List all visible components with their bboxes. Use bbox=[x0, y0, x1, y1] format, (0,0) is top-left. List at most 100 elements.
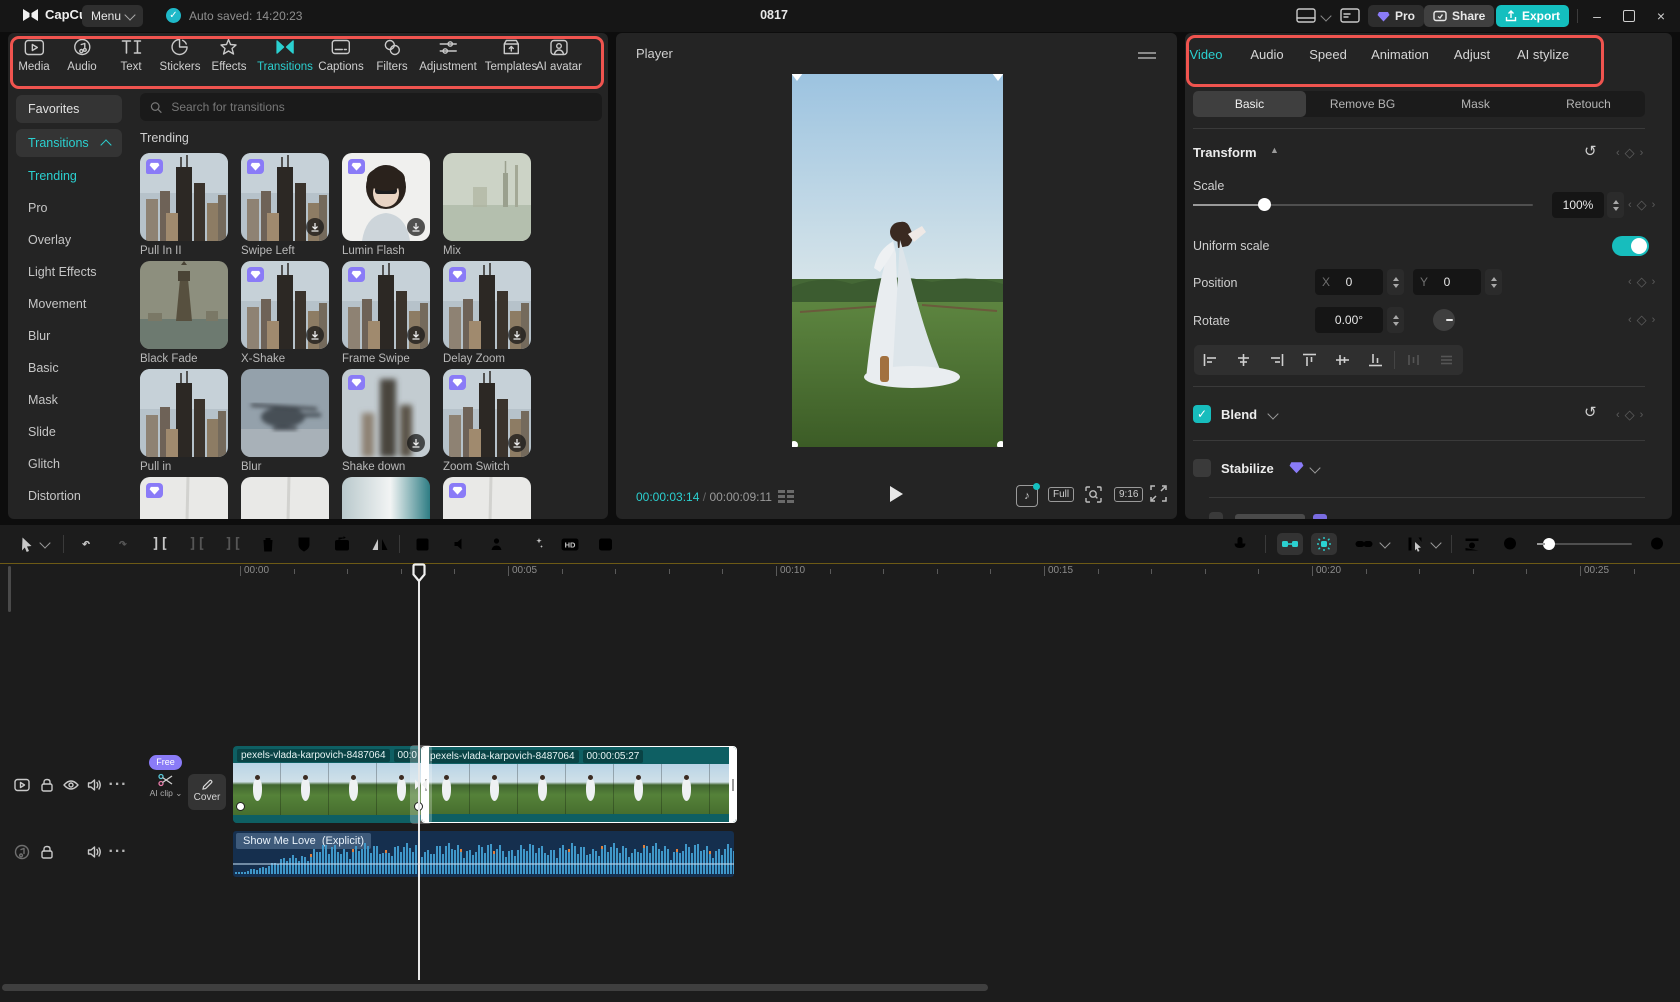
mirror-icon[interactable] bbox=[371, 534, 389, 554]
playhead-handle[interactable] bbox=[412, 563, 426, 583]
transform-handle[interactable] bbox=[792, 441, 798, 447]
play-button[interactable] bbox=[890, 486, 903, 502]
toolbar-item-adjustment[interactable]: Adjustment bbox=[419, 37, 477, 73]
link-clips-icon[interactable] bbox=[1355, 534, 1374, 554]
transition-applied-icon[interactable] bbox=[414, 779, 428, 790]
transition-thumb-partial[interactable] bbox=[443, 477, 531, 519]
sidebar-item-transitions[interactable]: Transitions bbox=[16, 129, 122, 157]
sidebar-item-glitch[interactable]: Glitch bbox=[28, 457, 60, 471]
menu-button[interactable]: Menu bbox=[82, 5, 143, 27]
audio-track-speaker-icon[interactable] bbox=[88, 846, 103, 859]
transition-thumb-pull-in[interactable] bbox=[140, 369, 228, 457]
audio-level-line[interactable] bbox=[233, 863, 734, 865]
transition-thumb-frame-swipe[interactable] bbox=[342, 261, 430, 349]
search-bar[interactable] bbox=[140, 93, 602, 121]
reset-icon[interactable]: ↺ bbox=[1584, 403, 1597, 421]
replace-icon[interactable] bbox=[334, 534, 351, 554]
add-avatar-icon[interactable] bbox=[490, 534, 507, 554]
sidebar-item-favorites[interactable]: Favorites bbox=[16, 95, 122, 123]
extract-audio-icon[interactable] bbox=[453, 534, 470, 554]
transform-handle[interactable] bbox=[992, 74, 1003, 81]
video-enhance-icon[interactable] bbox=[598, 534, 616, 554]
align-middle-icon[interactable] bbox=[1326, 345, 1359, 375]
audio-track-more-icon[interactable]: ··· bbox=[109, 843, 128, 861]
transition-thumb-partial[interactable] bbox=[140, 477, 228, 519]
transform-section-header[interactable]: Transform bbox=[1193, 145, 1257, 160]
subtab-remove-bg[interactable]: Remove BG bbox=[1306, 91, 1419, 117]
sidebar-item-light-effects[interactable]: Light Effects bbox=[28, 265, 97, 279]
video-track-speaker-icon[interactable] bbox=[88, 779, 103, 792]
chevron-down-icon[interactable] bbox=[1381, 534, 1389, 554]
transition-thumb-delay-zoom[interactable] bbox=[443, 261, 531, 349]
snap-icon[interactable] bbox=[1311, 533, 1337, 555]
toolbar-item-transitions[interactable]: Transitions bbox=[257, 37, 313, 73]
reset-icon[interactable]: ↺ bbox=[1584, 142, 1597, 160]
transition-thumb-partial[interactable] bbox=[241, 477, 329, 519]
stabilize-checkbox[interactable] bbox=[1193, 459, 1211, 477]
horizontal-scrollbar[interactable] bbox=[2, 984, 988, 991]
position-y-stepper[interactable] bbox=[1485, 269, 1502, 295]
sidebar-item-mask[interactable]: Mask bbox=[28, 393, 58, 407]
scale-value[interactable]: 100% bbox=[1552, 192, 1604, 218]
keyframe-controls[interactable]: ‹◇› bbox=[1616, 145, 1643, 161]
toolbar-item-captions[interactable]: Captions bbox=[318, 37, 363, 73]
transform-handle[interactable] bbox=[997, 441, 1003, 447]
fullscreen-icon[interactable] bbox=[1150, 485, 1167, 502]
compact-layout-icon[interactable] bbox=[1340, 8, 1360, 23]
toolbar-item-media[interactable]: Media bbox=[18, 37, 49, 73]
rotate-value-field[interactable]: 0.00° bbox=[1315, 307, 1383, 333]
delete-icon[interactable] bbox=[260, 534, 276, 554]
sidebar-item-basic[interactable]: Basic bbox=[28, 361, 59, 375]
fade-handle[interactable] bbox=[236, 802, 245, 811]
rotate-dial[interactable] bbox=[1433, 309, 1455, 331]
align-left-icon[interactable] bbox=[1194, 345, 1227, 375]
transition-thumb-partial[interactable] bbox=[342, 477, 430, 519]
transform-handle[interactable] bbox=[792, 74, 803, 81]
cover-button[interactable]: Cover bbox=[188, 774, 226, 810]
magnet-icon[interactable] bbox=[1277, 533, 1303, 555]
vertical-scrollbar[interactable] bbox=[8, 566, 11, 612]
tab-animation[interactable]: Animation bbox=[1371, 47, 1429, 62]
mic-icon[interactable] bbox=[1233, 534, 1247, 554]
transition-thumb-mix[interactable] bbox=[443, 153, 531, 241]
zoom-out-icon[interactable] bbox=[1503, 534, 1520, 554]
layout-chevron-icon[interactable] bbox=[1320, 10, 1331, 21]
transition-thumb-zoom-switch[interactable] bbox=[443, 369, 531, 457]
split-right-icon[interactable]: ][ bbox=[225, 534, 242, 554]
sidebar-item-pro[interactable]: Pro bbox=[28, 201, 47, 215]
sidebar-item-trending[interactable]: Trending bbox=[28, 169, 77, 183]
sidebar-item-blur[interactable]: Blur bbox=[28, 329, 50, 343]
blend-checkbox[interactable]: ✓ bbox=[1193, 405, 1211, 423]
mark-icon[interactable] bbox=[297, 534, 312, 554]
audio-track-lock-icon[interactable] bbox=[41, 845, 54, 859]
minimize-button[interactable]: – bbox=[1582, 0, 1612, 32]
export-button[interactable]: Export bbox=[1496, 5, 1569, 27]
sidebar-item-distortion[interactable]: Distortion bbox=[28, 489, 81, 503]
transition-thumb-pull-in-ii[interactable] bbox=[140, 153, 228, 241]
transition-thumb-black-fade[interactable] bbox=[140, 261, 228, 349]
tab-ai-stylize[interactable]: AI stylize bbox=[1517, 47, 1569, 62]
undo-icon[interactable]: ↶ bbox=[82, 534, 90, 554]
share-button[interactable]: Share bbox=[1424, 5, 1494, 27]
toolbar-item-templates[interactable]: Templates bbox=[485, 37, 537, 73]
keyframe-controls[interactable]: ‹◇› bbox=[1616, 407, 1643, 423]
aspect-ratio-button[interactable]: 9:16 bbox=[1114, 487, 1143, 502]
scale-slider-thumb[interactable] bbox=[1258, 198, 1271, 211]
toolbar-item-text[interactable]: Text bbox=[120, 37, 141, 73]
subtab-mask[interactable]: Mask bbox=[1419, 91, 1532, 117]
transition-thumb-x-shake[interactable] bbox=[241, 261, 329, 349]
transition-thumb-lumin-flash[interactable] bbox=[342, 153, 430, 241]
keyframe-controls[interactable]: ‹◇› bbox=[1628, 312, 1655, 328]
position-y-field[interactable]: Y0 bbox=[1413, 269, 1481, 295]
extract-frame-icon[interactable] bbox=[416, 534, 433, 554]
align-right-icon[interactable] bbox=[1260, 345, 1293, 375]
split-left-icon[interactable]: ][ bbox=[189, 534, 206, 554]
timeline-zoom-slider[interactable] bbox=[1537, 543, 1632, 545]
toolbar-item-filters[interactable]: Filters bbox=[376, 37, 407, 73]
zoom-in-icon[interactable] bbox=[1650, 534, 1667, 554]
ai-clip-button[interactable]: Free AI clip ⌄ bbox=[148, 761, 184, 807]
scale-stepper[interactable] bbox=[1607, 192, 1624, 218]
chevron-down-icon[interactable] bbox=[1432, 534, 1440, 554]
sidebar-item-slide[interactable]: Slide bbox=[28, 425, 56, 439]
uniform-scale-toggle[interactable] bbox=[1612, 236, 1649, 256]
